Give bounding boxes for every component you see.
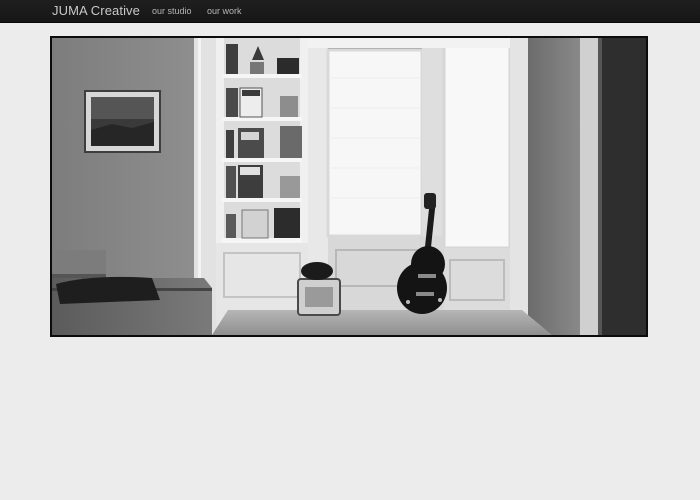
- nav-link-our-studio[interactable]: our studio: [152, 6, 192, 16]
- hero-image-frame: [50, 36, 648, 337]
- bag: [56, 276, 160, 304]
- wall-trim-right: [510, 38, 528, 335]
- doorway-shadow: [598, 38, 646, 335]
- floor: [212, 310, 552, 335]
- hero-photo: [52, 38, 646, 335]
- right-wall: [528, 38, 584, 335]
- top-navbar: JUMA Creative our studio our work: [0, 0, 700, 23]
- nav-link-our-work[interactable]: our work: [207, 6, 242, 16]
- brand-logo-link[interactable]: JUMA Creative: [52, 3, 140, 18]
- window-right: [444, 38, 510, 248]
